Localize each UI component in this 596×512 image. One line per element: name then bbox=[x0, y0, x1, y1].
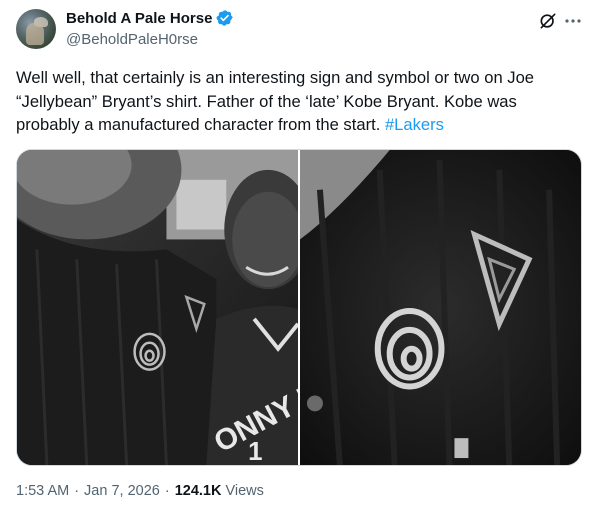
grok-icon[interactable] bbox=[538, 11, 558, 31]
media-grid[interactable]: ONNY H 1 bbox=[16, 149, 582, 466]
verified-badge-icon[interactable] bbox=[216, 9, 234, 27]
name-row: Behold A Pale Horse bbox=[66, 9, 234, 27]
author-handle[interactable]: @BeholdPaleH0rse bbox=[66, 31, 198, 48]
more-options-icon[interactable] bbox=[563, 11, 583, 31]
avatar-rider bbox=[26, 23, 44, 45]
photo-right[interactable] bbox=[300, 150, 581, 465]
meta-separator: · bbox=[164, 483, 170, 499]
author-display-name[interactable]: Behold A Pale Horse bbox=[66, 10, 212, 27]
photo-right-image bbox=[300, 150, 581, 465]
photo-left-image: ONNY H 1 bbox=[17, 150, 298, 465]
meta-separator: · bbox=[74, 483, 80, 499]
views-count[interactable]: 124.1K bbox=[175, 483, 222, 499]
avatar[interactable] bbox=[16, 9, 56, 49]
tweet-time[interactable]: 1:53 AM bbox=[16, 483, 69, 499]
tweet-meta: 1:53 AM · Jan 7, 2026 · 124.1K Views bbox=[16, 483, 264, 499]
tweet-date[interactable]: Jan 7, 2026 bbox=[84, 483, 160, 499]
hashtag-link[interactable]: #Lakers bbox=[385, 115, 444, 134]
tweet-text: Well well, that certainly is an interest… bbox=[16, 66, 582, 137]
jersey-number: 1 bbox=[248, 438, 262, 465]
photo-left[interactable]: ONNY H 1 bbox=[17, 150, 298, 465]
views-label: Views bbox=[225, 483, 264, 499]
tweet: Behold A Pale Horse @BeholdPaleH0rse Wel… bbox=[0, 0, 596, 512]
tweet-body: Well well, that certainly is an interest… bbox=[16, 68, 535, 134]
